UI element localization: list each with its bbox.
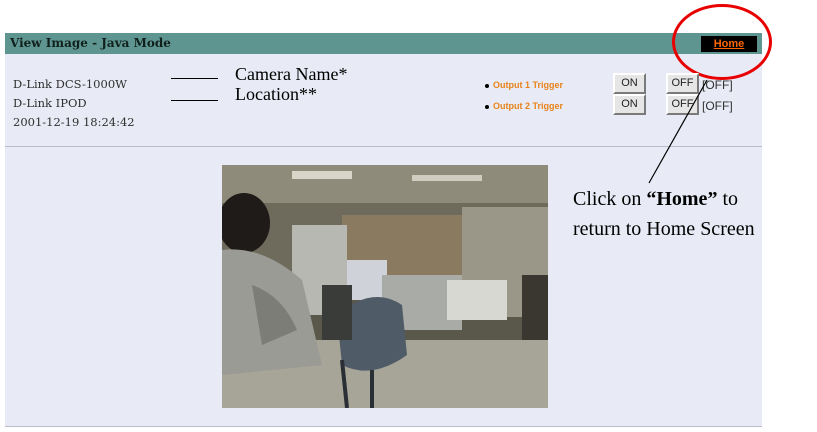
caption-suffix: to [717, 188, 738, 210]
caption-line-1: Click on “Home” to [573, 188, 738, 211]
caption-line-2: return to Home Screen [573, 218, 755, 240]
caption-prefix: Click on [573, 188, 647, 210]
callout-pointer-line [648, 79, 708, 184]
caption-home-bold: “Home” [646, 188, 718, 210]
footer-divider [5, 426, 762, 427]
